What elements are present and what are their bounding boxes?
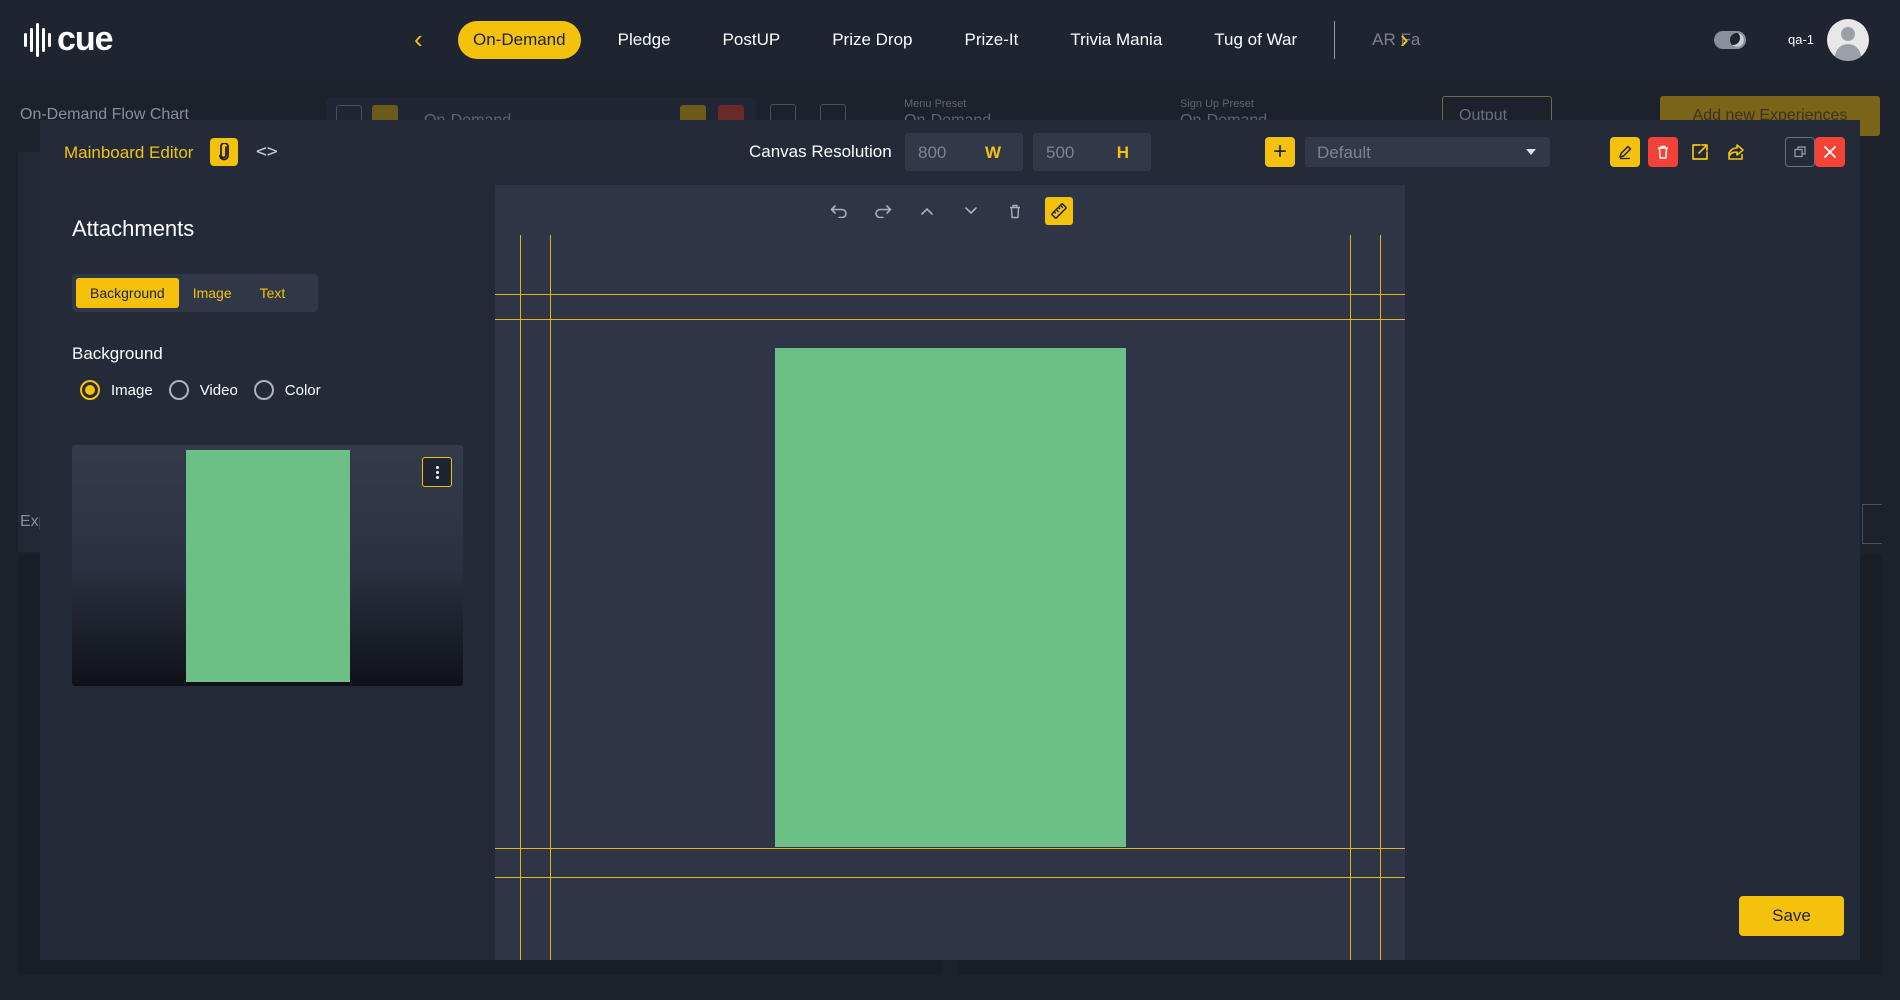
pencil-icon (1619, 145, 1632, 160)
guide-line-vertical (1380, 235, 1381, 960)
tab-background[interactable]: Background (76, 278, 179, 308)
tab-trivia-mania[interactable]: Trivia Mania (1055, 21, 1177, 59)
trash-icon[interactable] (1001, 197, 1029, 225)
close-button[interactable] (1815, 137, 1845, 167)
radio-selected-icon (80, 380, 100, 400)
canvas-width-input[interactable]: 800 W (905, 133, 1023, 171)
share-button[interactable] (1721, 137, 1751, 167)
export-icon (1692, 144, 1708, 160)
canvas-background-image[interactable] (775, 348, 1126, 847)
undo-icon[interactable] (825, 197, 853, 225)
guide-line-horizontal (495, 319, 1405, 320)
delete-button[interactable] (1648, 137, 1678, 167)
avatar[interactable] (1827, 19, 1869, 61)
tab-postup[interactable]: PostUP (708, 21, 796, 59)
guide-line-vertical (520, 235, 521, 960)
search-box[interactable] (1862, 504, 1882, 544)
redo-icon[interactable] (869, 197, 897, 225)
export-button[interactable] (1685, 137, 1715, 167)
guide-line-horizontal (495, 877, 1405, 878)
preset-select[interactable]: Default (1305, 137, 1550, 167)
save-button[interactable]: Save (1739, 896, 1844, 936)
cue-logo[interactable]: cue (24, 20, 114, 59)
radio-color[interactable]: Color (253, 380, 321, 400)
radio-unselected-icon (253, 380, 274, 400)
tab-tug-of-war[interactable]: Tug of War (1199, 21, 1312, 59)
close-icon (1824, 146, 1836, 158)
bring-forward-icon[interactable] (913, 197, 941, 225)
sound-wave-icon (24, 22, 51, 58)
guide-line-vertical (1350, 235, 1351, 960)
mainboard-editor-modal: Mainboard Editor <> Canvas Resolution 80… (40, 120, 1860, 960)
radio-video[interactable]: Video (168, 380, 238, 400)
copy-icon (1794, 146, 1806, 158)
background-section-title: Background (72, 344, 163, 363)
modal-title: Mainboard Editor (64, 143, 194, 162)
experience-tabs: On-Demand Pledge PostUP Prize Drop Prize… (458, 20, 1421, 60)
attachments-title: Attachments (72, 216, 195, 241)
trash-icon (1658, 145, 1668, 159)
more-options-icon[interactable] (422, 457, 452, 487)
nav-prev-chevron-icon[interactable]: ‹ (414, 26, 423, 52)
canvas-height-input[interactable]: 500 H (1033, 133, 1151, 171)
chevron-down-icon (1526, 149, 1536, 155)
paperclip-icon (219, 143, 229, 161)
tab-image[interactable]: Image (179, 278, 246, 308)
logo-text: cue (57, 20, 114, 58)
tab-on-demand[interactable]: On-Demand (458, 21, 581, 59)
theme-toggle[interactable] (1714, 31, 1746, 49)
add-preset-button[interactable]: + (1265, 137, 1295, 167)
background-type-radio-group: Image Video Color (80, 380, 337, 400)
nav-divider (1334, 21, 1336, 59)
send-backward-icon[interactable] (957, 197, 985, 225)
tab-prize-it[interactable]: Prize-It (950, 21, 1034, 59)
duplicate-button[interactable] (1785, 137, 1815, 167)
guide-line-horizontal (495, 294, 1405, 295)
user-name: qa-1 (1788, 32, 1815, 47)
tab-pledge[interactable]: Pledge (603, 21, 686, 59)
editor-canvas[interactable] (495, 185, 1405, 960)
guide-line-vertical (550, 235, 551, 960)
share-icon (1728, 144, 1744, 160)
nav-next-chevron-icon[interactable]: › (1400, 26, 1409, 52)
code-icon[interactable]: <> (256, 138, 278, 166)
canvas-toolbar (825, 197, 1073, 225)
canvas-resolution-label: Canvas Resolution (749, 142, 892, 161)
radio-unselected-icon (168, 380, 189, 400)
tab-text[interactable]: Text (246, 278, 300, 308)
background-image-thumbnail[interactable] (72, 445, 463, 686)
tab-prize-drop[interactable]: Prize Drop (817, 21, 927, 59)
tab-ar-fa[interactable]: AR Fa (1357, 21, 1421, 59)
top-navigation-bar: cue ‹ On-Demand Pledge PostUP Prize Drop… (0, 0, 1900, 80)
radio-image[interactable]: Image (80, 380, 153, 400)
ruler-icon[interactable] (1045, 197, 1073, 225)
guide-line-horizontal (495, 848, 1405, 849)
thumbnail-image (186, 450, 350, 682)
edit-button[interactable] (1610, 137, 1640, 167)
attachments-toggle-button[interactable] (210, 138, 238, 166)
attachment-type-tabs: Background Image Text (72, 274, 318, 312)
